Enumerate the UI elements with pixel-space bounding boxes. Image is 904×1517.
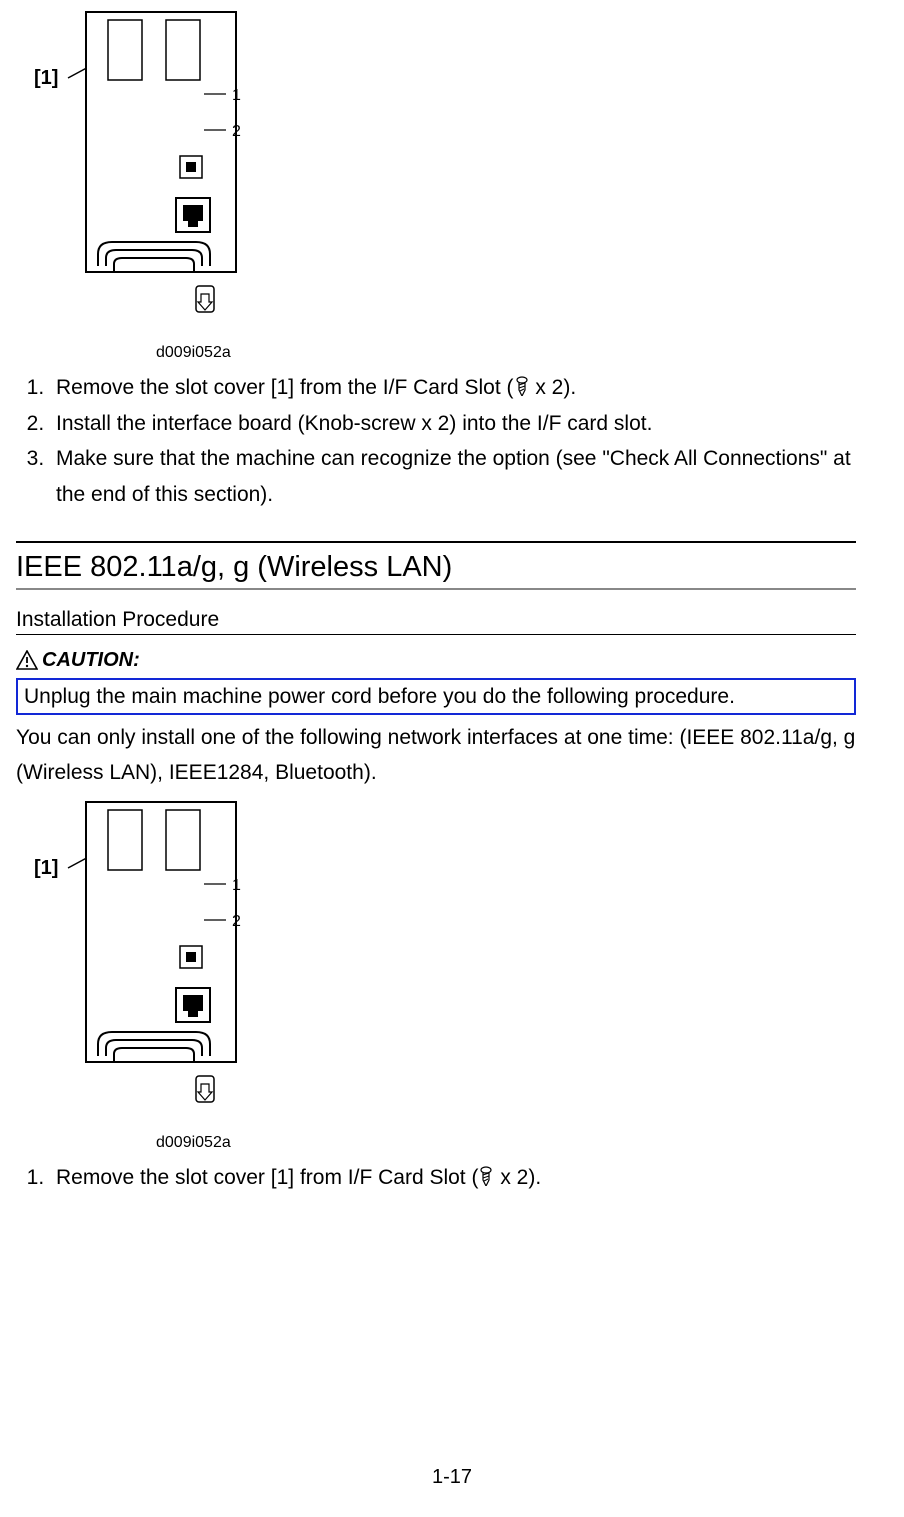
figure-caption-1: d009i052a bbox=[156, 344, 856, 362]
screw-icon bbox=[515, 376, 529, 396]
svg-text:1: 1 bbox=[232, 877, 241, 894]
figure-slot-cover-1: [1] 1 2 d009i052a bbox=[16, 6, 856, 362]
caution-label-text: CAUTION: bbox=[42, 649, 140, 672]
caution-text: Unplug the main machine power cord befor… bbox=[16, 678, 856, 715]
svg-text:2: 2 bbox=[232, 913, 241, 930]
step-item: Remove the slot cover [1] from I/F Card … bbox=[50, 1160, 856, 1196]
step-text: Remove the slot cover [1] from the I/F C… bbox=[56, 376, 514, 399]
warning-triangle-icon bbox=[16, 650, 38, 670]
step-text: x 2). bbox=[530, 376, 577, 399]
caution-label: CAUTION: bbox=[16, 649, 856, 672]
step-text: Remove the slot cover [1] from I/F Card … bbox=[56, 1166, 478, 1189]
body-note: You can only install one of the followin… bbox=[16, 721, 856, 790]
step-text: Make sure that the machine can recognize… bbox=[56, 447, 851, 506]
svg-text:[1]: [1] bbox=[34, 857, 58, 879]
caution-block: CAUTION: Unplug the main machine power c… bbox=[16, 649, 856, 715]
svg-text:[1]: [1] bbox=[34, 67, 58, 89]
steps-list-2: Remove the slot cover [1] from I/F Card … bbox=[16, 1160, 856, 1196]
step-item: Make sure that the machine can recognize… bbox=[50, 441, 856, 512]
step-item: Install the interface board (Knob-screw … bbox=[50, 406, 856, 442]
section-title: IEEE 802.11a/g, g (Wireless LAN) bbox=[16, 551, 856, 590]
subsection-title: Installation Procedure bbox=[16, 608, 856, 635]
step-item: Remove the slot cover [1] from the I/F C… bbox=[50, 370, 856, 406]
step-text: x 2). bbox=[494, 1166, 541, 1189]
figure-caption-2: d009i052a bbox=[156, 1134, 856, 1152]
svg-text:1: 1 bbox=[232, 87, 241, 104]
screw-icon bbox=[479, 1166, 493, 1186]
steps-list-1: Remove the slot cover [1] from the I/F C… bbox=[16, 370, 856, 513]
figure-slot-cover-2: [1] 1 2 d009i052a bbox=[16, 796, 856, 1152]
page-number: 1-17 bbox=[0, 1466, 904, 1489]
svg-text:2: 2 bbox=[232, 123, 241, 140]
step-text: Install the interface board (Knob-screw … bbox=[56, 412, 652, 435]
section-divider bbox=[16, 541, 856, 543]
